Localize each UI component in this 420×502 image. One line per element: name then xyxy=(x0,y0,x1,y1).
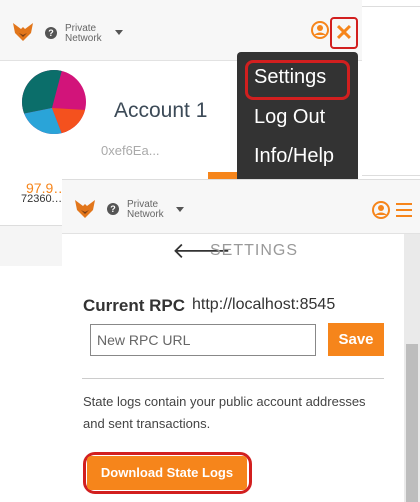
account-switch-icon[interactable] xyxy=(310,20,330,40)
network-status-icon: ? xyxy=(45,27,57,39)
front-topbar: ? Private Network xyxy=(62,179,420,234)
menu-item-info-help[interactable]: Info/Help xyxy=(254,145,334,168)
page-title: SETTINGS xyxy=(210,242,299,259)
account-address[interactable]: 0xef6Ea... xyxy=(101,143,160,158)
scrollbar-thumb[interactable] xyxy=(406,344,418,502)
right-edge-strip xyxy=(362,0,420,179)
network-status-icon: ? xyxy=(107,203,119,215)
close-icon: ✕ xyxy=(334,20,354,45)
scrollbar[interactable] xyxy=(404,234,420,502)
network-dropdown-caret-icon[interactable] xyxy=(176,207,184,212)
menu-hamburger-icon[interactable] xyxy=(396,203,412,221)
tabs-area-partial xyxy=(0,225,70,266)
save-rpc-button[interactable]: Save xyxy=(328,323,384,356)
download-state-logs-button[interactable]: Download State Logs xyxy=(87,456,247,490)
metamask-fox-icon xyxy=(13,23,33,41)
account-switch-icon[interactable] xyxy=(371,200,391,220)
close-menu-button[interactable]: ✕ xyxy=(330,17,358,49)
settings-highlight-outline xyxy=(245,60,350,100)
strip-line-top xyxy=(362,6,420,7)
section-divider xyxy=(82,378,384,379)
network-dropdown-caret-icon[interactable] xyxy=(115,30,123,35)
state-logs-description: State logs contain your public account a… xyxy=(83,394,366,431)
menu-item-log-out[interactable]: Log Out xyxy=(254,106,325,129)
account-avatar xyxy=(22,70,86,134)
settings-panel: ? Private Network 🡐 SETTINGS Current RPC… xyxy=(62,179,420,502)
new-rpc-url-input[interactable] xyxy=(90,324,316,356)
current-rpc-label: Current RPC xyxy=(83,296,186,315)
balance-usd: 72360.… xyxy=(21,193,66,205)
topbar-border xyxy=(62,179,420,180)
current-rpc-value: http://localhost:8545 xyxy=(192,296,336,313)
network-label-line2: Network xyxy=(127,209,164,220)
network-label-line2: Network xyxy=(65,33,102,44)
metamask-fox-icon xyxy=(75,200,95,218)
strip-line-bottom xyxy=(362,175,420,176)
account-name: Account 1 xyxy=(114,99,208,122)
